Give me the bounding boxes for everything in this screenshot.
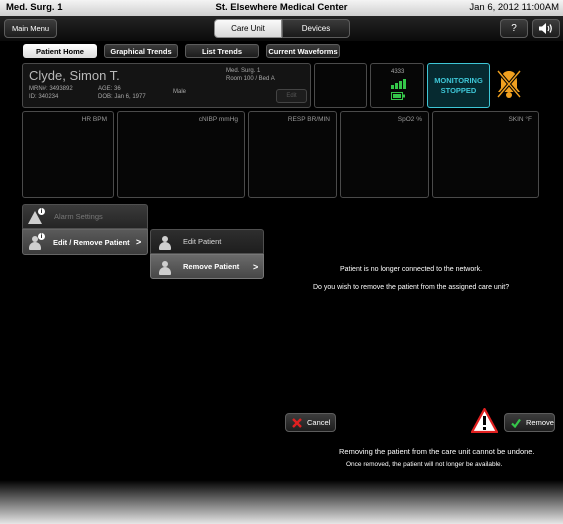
warning-icon [471,408,498,433]
submenu-edit-patient[interactable]: Edit Patient [150,229,264,254]
cancel-label: Cancel [307,418,331,427]
checkmark-icon [511,418,521,428]
menu-alarm-settings-label: Alarm Settings [54,212,103,221]
top-status-bar: Med. Surg. 1 St. Elsewhere Medical Cente… [0,0,563,17]
submenu-remove-patient-label: Remove Patient [183,262,240,271]
menu-edit-remove-label: Edit / Remove Patient [53,237,130,247]
dialog-message-1: Patient is no longer connected to the ne… [340,266,483,273]
tab-devices[interactable]: Devices [282,19,350,38]
edit-patient-button[interactable]: Edit [276,89,307,103]
vital-hr-label: HR BPM [81,116,107,123]
volume-button[interactable] [532,19,560,38]
patient-age: AGE: 36 [98,86,121,92]
device-number: 4333 [391,69,405,75]
patient-name: Clyde, Simon T. [29,68,120,83]
cancel-button[interactable]: Cancel [285,413,336,432]
patient-mrn: MRN#: 3493892 [29,86,73,92]
vital-resp-label: RESP BR/MIN [287,116,330,123]
close-icon [292,417,302,428]
vital-spo2-panel: SpO2 % [340,111,429,198]
vital-skin-panel: SKIN °F [432,111,539,198]
dialog-message-2: Do you wish to remove the patient from t… [313,284,510,291]
blank-panel [314,63,367,108]
menu-alarm-settings[interactable]: i Alarm Settings [22,204,148,229]
help-icon: ? [511,23,517,34]
patient-unit: Med. Surg. 1 [226,68,261,74]
remove-button[interactable]: Remove [504,413,555,432]
person-icon [158,236,172,250]
patient-room: Room 100 / Bed A [226,76,275,82]
remove-label: Remove [526,418,554,427]
warning-text-1: Removing the patient from the care unit … [339,447,535,456]
tab-patient-home[interactable]: Patient Home [23,44,97,58]
vital-resp-panel: RESP BR/MIN [248,111,337,198]
patient-id: ID: 340234 [29,94,59,100]
monitoring-line2: STOPPED [440,86,477,95]
vital-nibp-panel: cNIBP mmHg [117,111,245,198]
menu-edit-remove-patient[interactable]: i Edit / Remove Patient > [22,229,148,255]
tab-list-trends[interactable]: List Trends [185,44,259,58]
patient-dob: DOB: Jan 6, 1977 [98,94,146,100]
monitoring-line1: MONITORING [434,76,483,85]
signal-icon [391,79,406,89]
device-panel: 4333 [370,63,424,108]
vital-nibp-label: cNIBP mmHg [198,116,238,123]
chevron-right-icon: > [136,237,142,247]
tab-graphical-trends[interactable]: Graphical Trends [104,44,178,58]
chevron-right-icon: > [253,262,259,272]
vital-hr-panel: HR BPM [22,111,114,198]
patient-info-panel: Clyde, Simon T. MRN#: 3493892 ID: 340234… [22,63,311,108]
person-remove-icon [158,261,172,275]
tab-current-waveforms[interactable]: Current Waveforms [266,44,340,58]
alarm-off-icon[interactable] [495,68,523,100]
battery-icon [391,92,405,100]
main-menu-button[interactable]: Main Menu [4,19,57,38]
tab-care-unit[interactable]: Care Unit [214,19,282,38]
patient-sex: Male [173,89,187,95]
info-icon: i [38,208,45,215]
date-time: Jan 6, 2012 11:00AM [469,2,559,13]
monitoring-status-badge: MONITORING STOPPED [427,63,490,108]
bottom-gradient [0,480,563,524]
info-icon: i [38,233,45,240]
speaker-icon [539,23,552,34]
submenu-edit-patient-label: Edit Patient [183,237,222,246]
help-button[interactable]: ? [500,19,528,38]
submenu-remove-patient[interactable]: Remove Patient > [150,254,264,279]
vital-skin-label: SKIN °F [508,116,532,123]
vital-spo2-label: SpO2 % [397,116,422,123]
warning-text-2: Once removed, the patient will not longe… [346,461,503,468]
